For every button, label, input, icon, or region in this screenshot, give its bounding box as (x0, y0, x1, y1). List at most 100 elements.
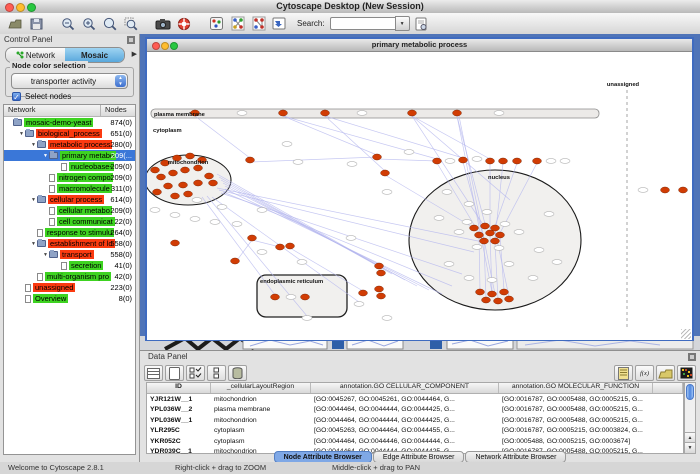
column-header-molecular-function[interactable]: annotation.GO MOLECULAR_FUNCTION (499, 383, 653, 393)
node-color-dropdown[interactable]: transporter activity ▲▼ (11, 73, 128, 89)
network-node[interactable] (486, 158, 495, 164)
tree-row[interactable]: nucleobase- 209(0) (4, 161, 135, 172)
column-header-region[interactable]: _cellularLayoutRegion (211, 383, 311, 393)
region-shape[interactable] (151, 109, 599, 118)
resize-grip[interactable] (681, 329, 691, 339)
tree-row[interactable]: ▼ cellular process 614(0) (4, 194, 135, 205)
search-input[interactable] (330, 17, 395, 30)
table-row[interactable]: YJR121W__1 mitochondrion [GO:0045267, GO… (147, 394, 683, 405)
network-node[interactable] (184, 191, 193, 197)
network-node[interactable] (661, 187, 670, 193)
network-node[interactable] (194, 180, 203, 186)
network-node[interactable] (248, 235, 257, 241)
network-node[interactable] (321, 110, 330, 116)
zoom-in-icon[interactable] (80, 15, 98, 32)
network-node[interactable] (169, 170, 178, 176)
network-node[interactable] (377, 293, 386, 299)
close-view-button[interactable] (152, 42, 160, 50)
layout-network-icon[interactable] (228, 15, 246, 32)
network-node[interactable] (453, 110, 462, 116)
network-node[interactable] (433, 158, 442, 164)
save-icon[interactable] (27, 15, 45, 32)
open-file-icon[interactable] (6, 15, 24, 32)
network-node[interactable] (279, 110, 288, 116)
zoom-fit-icon[interactable] (101, 15, 119, 32)
float-panel-icon[interactable] (127, 36, 135, 44)
import-network-icon[interactable] (270, 15, 288, 32)
network-node[interactable] (381, 170, 390, 176)
network-node[interactable] (271, 294, 280, 300)
tree-row[interactable]: unassigned 223(0) (4, 282, 135, 293)
tree-row[interactable]: macromolecule 311(0) (4, 183, 135, 194)
select-attributes-icon[interactable] (144, 365, 163, 381)
network-node[interactable] (408, 110, 417, 116)
table-row[interactable]: YLR295C cytoplasm [GO:0045263, GO:004446… (147, 426, 683, 437)
tree-row[interactable]: secretion 41(0) (4, 260, 135, 271)
tree-row[interactable]: mosaic-demo-yeast 874(0) (4, 117, 135, 128)
tree-row[interactable]: nitrogen compo 209(0) (4, 172, 135, 183)
minimize-view-button[interactable] (161, 42, 169, 50)
minimize-window-button[interactable] (16, 3, 25, 12)
network-node[interactable] (209, 180, 218, 186)
new-attribute-icon[interactable] (165, 365, 184, 381)
network-node[interactable] (488, 291, 497, 297)
network-node[interactable] (476, 289, 485, 295)
network-canvas[interactable]: plasma membranecytoplasmmitochondrionnuc… (147, 52, 692, 340)
network-node[interactable] (205, 173, 214, 179)
expand-arrow-icon[interactable]: ▼ (42, 153, 49, 159)
network-node[interactable] (373, 154, 382, 160)
network-node[interactable] (186, 153, 195, 159)
table-scrollbar[interactable]: ▲ ▼ (684, 382, 696, 454)
network-node[interactable] (231, 258, 240, 264)
import-attributes-icon[interactable] (656, 365, 675, 381)
network-node[interactable] (157, 174, 166, 180)
more-tabs-arrow-icon[interactable]: ▶ (132, 50, 137, 58)
tab-network[interactable]: Network (6, 48, 65, 62)
tab-mosaic[interactable]: Mosaic (65, 48, 124, 62)
network-node[interactable] (286, 243, 295, 249)
heatmap-icon[interactable] (677, 365, 696, 381)
network-node[interactable] (375, 263, 384, 269)
network-node[interactable] (533, 158, 542, 164)
select-nodes-checkbox[interactable]: ✓ (12, 92, 21, 101)
network-node[interactable] (482, 297, 491, 303)
network-node[interactable] (181, 167, 190, 173)
network-node[interactable] (500, 289, 509, 295)
network-node[interactable] (171, 193, 180, 199)
zoom-window-button[interactable] (27, 3, 36, 12)
network-node[interactable] (480, 238, 489, 244)
expand-arrow-icon[interactable]: ▼ (30, 142, 37, 148)
network-node[interactable] (499, 158, 508, 164)
table-row[interactable]: YPL036W__2 plasma membrane [GO:0044464, … (147, 405, 683, 416)
column-header-cellular-component[interactable]: annotation.GO CELLULAR_COMPONENT (311, 383, 499, 393)
network-node[interactable] (513, 158, 522, 164)
network-view-window[interactable]: primary metabolic process plasma membran… (145, 37, 694, 341)
search-dropdown-icon[interactable]: ▼ (395, 16, 410, 31)
zoom-view-button[interactable] (170, 42, 178, 50)
table-row[interactable]: YPL036W__1 mitochondrion [GO:0044464, GO… (147, 415, 683, 426)
delete-attribute-icon[interactable] (228, 365, 247, 381)
network-node[interactable] (276, 244, 285, 250)
scrollbar-thumb[interactable] (686, 384, 694, 400)
network-node[interactable] (496, 232, 505, 238)
tree-row[interactable]: response to stimulu 264(0) (4, 227, 135, 238)
network-node[interactable] (179, 182, 188, 188)
attribute-notes-icon[interactable] (614, 365, 633, 381)
tree-row[interactable]: cellular metabo 209(0) (4, 205, 135, 216)
network-node[interactable] (481, 223, 490, 229)
tree-row[interactable]: ▼ primary metabo 209(... (4, 150, 135, 161)
attribute-checklist-icon[interactable] (186, 365, 205, 381)
tree-row[interactable]: ▼ biological_process 651(0) (4, 128, 135, 139)
expand-arrow-icon[interactable]: ▼ (18, 131, 25, 137)
unselect-attributes-icon[interactable] (207, 365, 226, 381)
column-header-id[interactable]: ID (147, 383, 211, 393)
network-node[interactable] (470, 225, 479, 231)
table-row[interactable]: YKR052C cytoplasm [GO:0044464, GO:004444… (147, 436, 683, 447)
expand-arrow-icon[interactable]: ▼ (30, 241, 37, 247)
network-node[interactable] (246, 157, 255, 163)
layout-network-alt-icon[interactable] (249, 15, 267, 32)
formula-builder-icon[interactable]: f(x) (635, 365, 654, 381)
float-panel-icon[interactable] (688, 353, 696, 361)
network-node[interactable] (491, 238, 500, 244)
network-node[interactable] (475, 232, 484, 238)
